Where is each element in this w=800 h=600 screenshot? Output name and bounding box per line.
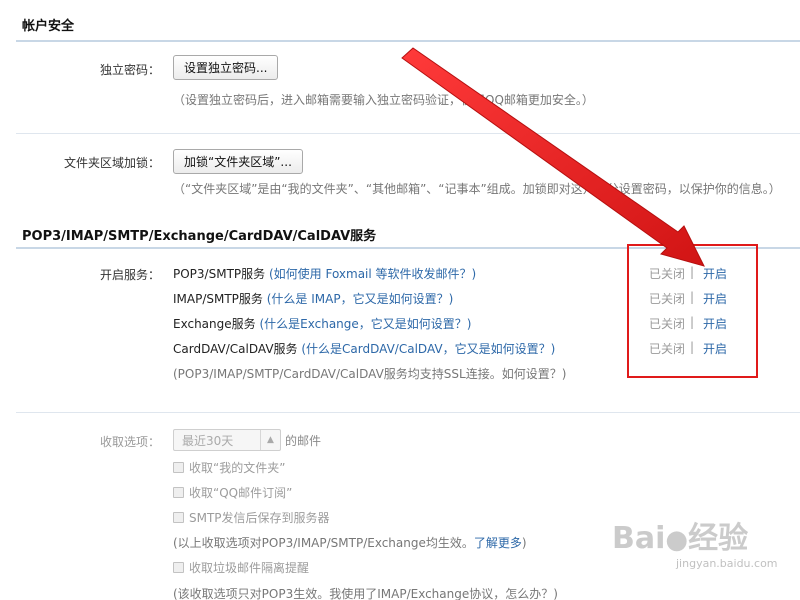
paw-icon: ● [665, 525, 689, 555]
watermark-brand: Bai [612, 521, 666, 556]
baidu-jingyan-watermark: Bai●经验 jingyan.baidu.com [612, 522, 792, 584]
watermark-brand-end: 经验 [688, 521, 749, 556]
annotation-arrow-icon [401, 47, 705, 267]
watermark-url: jingyan.baidu.com [676, 557, 778, 570]
